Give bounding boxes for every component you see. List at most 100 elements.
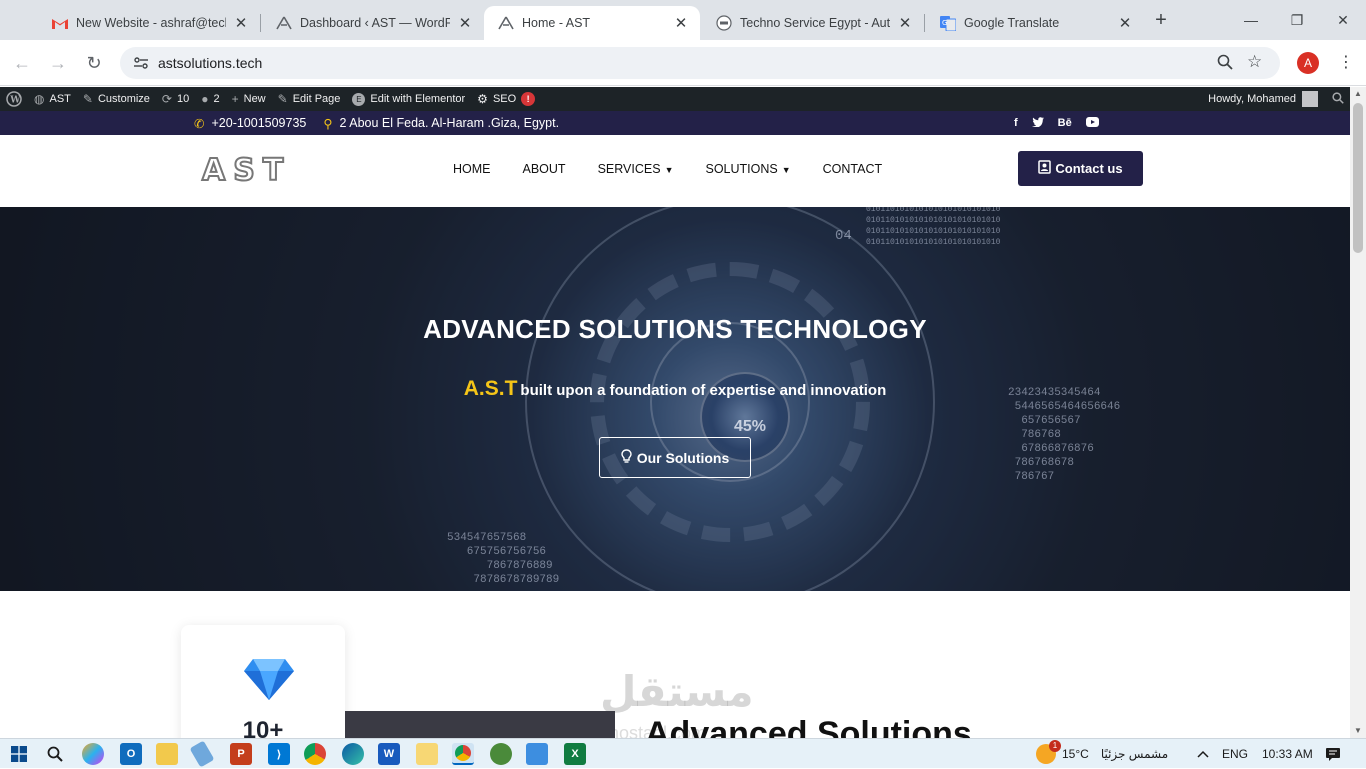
- weather-badge: 1: [1049, 740, 1061, 752]
- our-solutions-label: Our Solutions: [636, 449, 730, 466]
- svg-text:W: W: [9, 96, 21, 106]
- browser-tab[interactable]: New Website - ashraf@techno ✕: [38, 6, 260, 40]
- behance-icon[interactable]: Bē: [1058, 117, 1072, 129]
- browser-tab[interactable]: Dashboard ‹ AST — WordPress ✕: [262, 6, 484, 40]
- scrollbar-thumb[interactable]: [1353, 103, 1363, 253]
- zoom-icon[interactable]: [1217, 54, 1233, 75]
- weather-widget[interactable]: 1 15°C مشمس جزئيًا: [1036, 739, 1168, 769]
- copilot-icon[interactable]: [82, 743, 104, 765]
- wp-site-link[interactable]: ◍ AST: [28, 87, 77, 111]
- site-icon: [716, 15, 732, 31]
- hero-subtitle: A.S.T built upon a foundation of expertis…: [0, 377, 1350, 401]
- browser-tab[interactable]: Techno Service Egypt - Autom ✕: [702, 6, 924, 40]
- site-header: AST HOME ABOUT SERVICES ▼ SOLUTIONS ▼ CONT…: [0, 135, 1350, 207]
- globe-app-icon[interactable]: [490, 743, 512, 765]
- main-nav: HOME ABOUT SERVICES ▼ SOLUTIONS ▼ CONTACT: [453, 162, 882, 176]
- nav-solutions-label: SOLUTIONS: [705, 162, 778, 176]
- section-title: Advanced Solutions: [645, 715, 972, 738]
- reload-icon[interactable]: ↻: [82, 51, 106, 75]
- new-tab-button[interactable]: +: [1150, 10, 1172, 32]
- youtube-icon[interactable]: [1085, 116, 1099, 130]
- clock[interactable]: 10:33 AM: [1262, 739, 1313, 769]
- powerpoint-icon[interactable]: P: [230, 743, 252, 765]
- wp-elementor-link[interactable]: E Edit with Elementor: [346, 87, 471, 111]
- wordpress-logo-icon[interactable]: W: [0, 87, 28, 111]
- hud-numbers-left: 534547657568 675756756756 7867876889 787…: [447, 532, 560, 586]
- windows-start-icon[interactable]: [8, 743, 30, 765]
- back-arrow-icon[interactable]: ←: [10, 51, 34, 75]
- forward-arrow-icon[interactable]: →: [46, 51, 70, 75]
- ast-logo-icon: [498, 15, 514, 31]
- contact-us-button[interactable]: Contact us: [1018, 151, 1143, 186]
- notifications-icon[interactable]: [1325, 739, 1341, 769]
- close-window-button[interactable]: ✕: [1320, 0, 1366, 40]
- wp-updates-link[interactable]: ⟳ 10: [156, 87, 195, 111]
- wp-updates-count: 10: [176, 93, 190, 105]
- wp-howdy-link[interactable]: Howdy, Mohamed: [1208, 93, 1296, 105]
- hero-brand: A.S.T: [463, 377, 518, 400]
- vscode-icon[interactable]: ⟩: [268, 743, 290, 765]
- chrome-icon[interactable]: [304, 743, 326, 765]
- user-avatar[interactable]: [1302, 91, 1318, 107]
- page-scrollbar[interactable]: ▲ ▼: [1350, 87, 1366, 738]
- wp-edit-page-link[interactable]: ✎ Edit Page: [272, 87, 347, 111]
- facebook-icon[interactable]: f: [1014, 117, 1018, 129]
- pen-app-icon[interactable]: [189, 740, 215, 768]
- nav-services[interactable]: SERVICES ▼: [598, 162, 674, 176]
- browser-tab-active[interactable]: Home - AST ✕: [484, 6, 700, 40]
- word-icon[interactable]: W: [378, 743, 400, 765]
- close-tab-icon[interactable]: ✕: [1116, 14, 1134, 32]
- wp-comments-link[interactable]: ● 2: [195, 87, 225, 111]
- wp-seo-link[interactable]: ⚙ SEO !: [471, 87, 541, 111]
- nav-contact[interactable]: CONTACT: [823, 162, 883, 176]
- windows-taskbar: O P ⟩ W X 1 15°C مشمس جزئيًا ENG 10:33 A…: [0, 738, 1366, 768]
- profile-avatar[interactable]: A: [1297, 52, 1319, 74]
- stat-card: 10+: [181, 625, 345, 738]
- site-logo[interactable]: AST: [201, 152, 291, 189]
- bookmark-star-icon[interactable]: ☆: [1247, 53, 1262, 75]
- address-text: 2 Abou El Feda. Al-Haram .Giza, Egypt.: [339, 116, 560, 130]
- input-language[interactable]: ENG: [1222, 739, 1248, 769]
- tray-overflow-icon[interactable]: [1197, 739, 1209, 769]
- address-bar[interactable]: astsolutions.tech: [120, 47, 1280, 79]
- nav-about[interactable]: ABOUT: [523, 162, 566, 176]
- nav-home[interactable]: HOME: [453, 162, 491, 176]
- close-tab-icon[interactable]: ✕: [672, 14, 690, 32]
- wp-edit-page-label: Edit Page: [292, 93, 341, 105]
- browser-menu-icon[interactable]: ⋮: [1338, 52, 1354, 74]
- close-tab-icon[interactable]: ✕: [896, 14, 914, 32]
- search-icon[interactable]: [1332, 91, 1344, 107]
- chrome-logo-icon: [455, 745, 471, 761]
- paint-icon[interactable]: [416, 743, 438, 765]
- chrome-active-icon[interactable]: [452, 743, 474, 765]
- close-tab-icon[interactable]: ✕: [232, 14, 250, 32]
- edge-icon[interactable]: [342, 743, 364, 765]
- twitter-icon[interactable]: [1031, 116, 1044, 130]
- our-solutions-button[interactable]: Our Solutions: [599, 437, 751, 478]
- hud-percent: 45%: [734, 418, 767, 435]
- notepad-icon[interactable]: [526, 743, 548, 765]
- hero-section: 0101101010101010101010101010 01011010101…: [0, 207, 1350, 591]
- wp-new-link[interactable]: + New: [226, 87, 272, 111]
- seo-alert-badge: !: [521, 92, 536, 106]
- weather-temp: 15°C: [1062, 747, 1089, 761]
- nav-solutions[interactable]: SOLUTIONS ▼: [705, 162, 790, 176]
- restore-button[interactable]: ❐: [1274, 0, 1320, 40]
- scroll-up-icon[interactable]: ▲: [1350, 87, 1366, 101]
- scroll-down-icon[interactable]: ▼: [1350, 724, 1366, 738]
- site-info-icon[interactable]: [126, 56, 156, 70]
- search-icon[interactable]: [44, 743, 66, 765]
- minimize-button[interactable]: —: [1228, 0, 1274, 40]
- nav-services-label: SERVICES: [597, 162, 661, 176]
- comment-icon: ●: [201, 92, 209, 106]
- close-tab-icon[interactable]: ✕: [456, 14, 474, 32]
- wp-customize-link[interactable]: ✎ Customize: [77, 87, 156, 111]
- browser-tab[interactable]: G Google Translate ✕: [926, 6, 1144, 40]
- phone-number[interactable]: +20-1001509735: [211, 116, 306, 130]
- tab-title: Google Translate: [964, 16, 1060, 30]
- top-info-bar: ✆ +20-1001509735 ⚲ 2 Abou El Feda. Al-Ha…: [0, 111, 1350, 135]
- pencil-icon: ✎: [277, 92, 288, 106]
- file-explorer-icon[interactable]: [156, 743, 178, 765]
- outlook-icon[interactable]: O: [120, 743, 142, 765]
- excel-icon[interactable]: X: [564, 743, 586, 765]
